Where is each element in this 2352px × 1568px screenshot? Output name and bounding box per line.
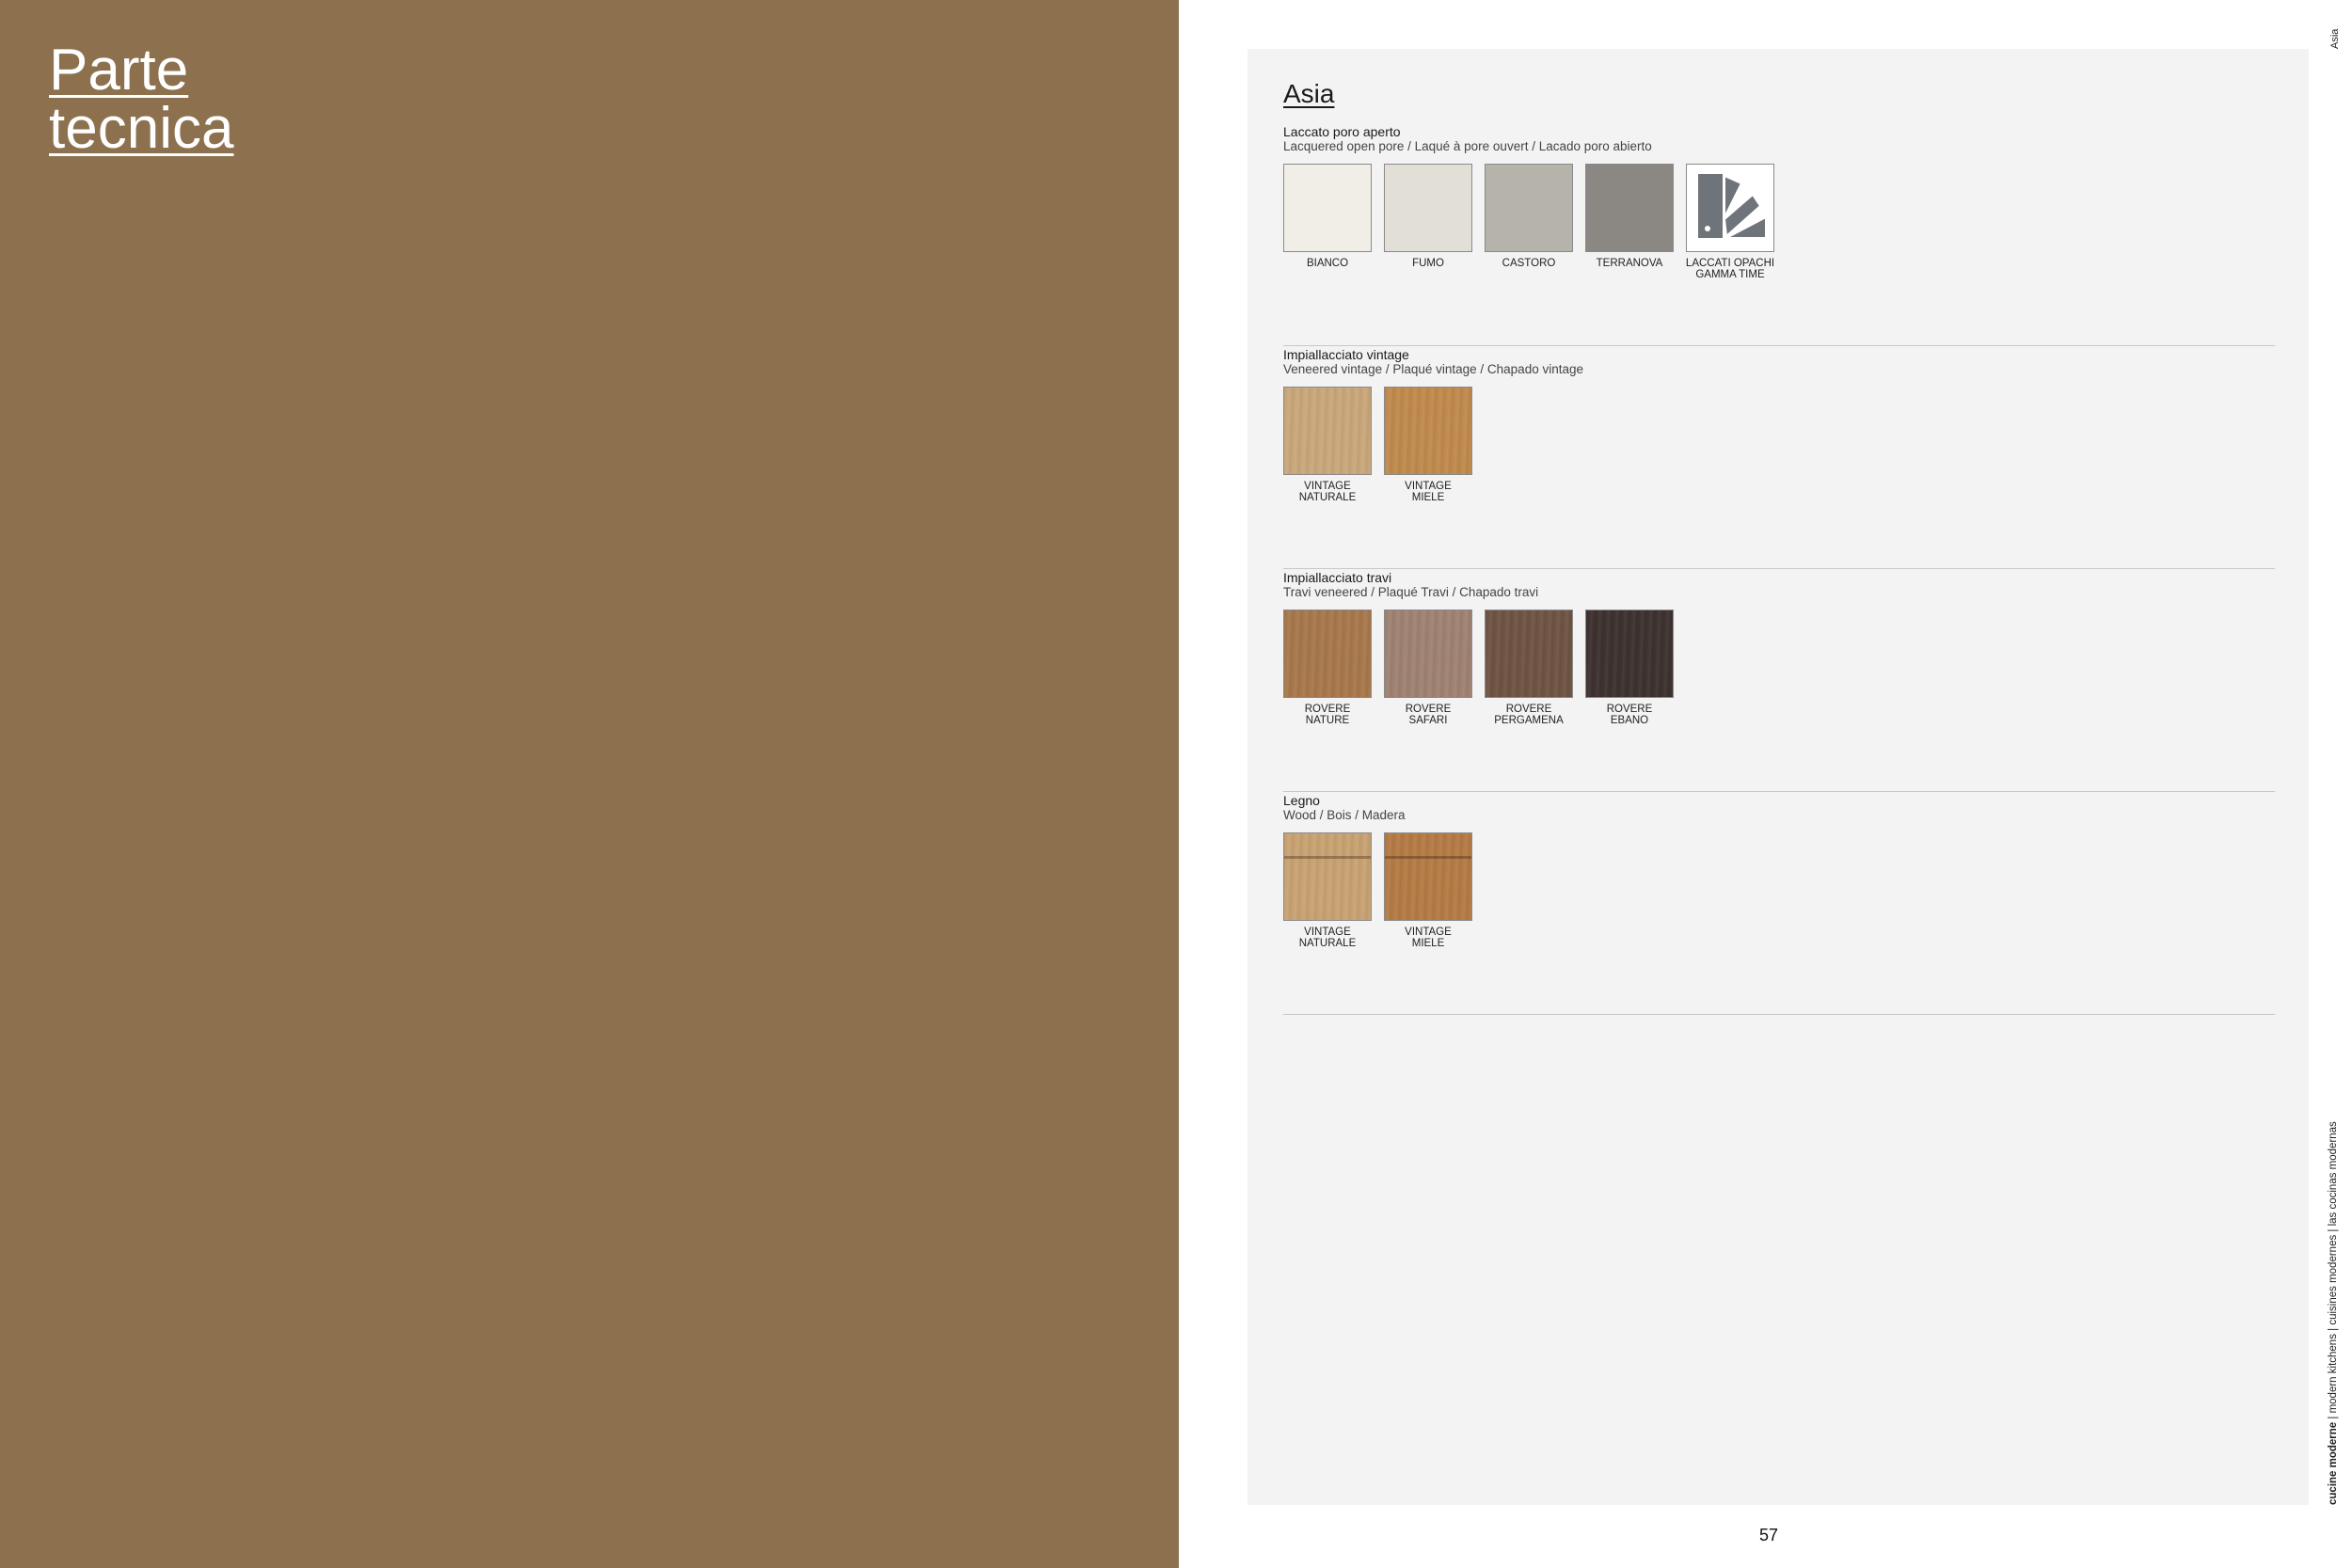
door-frame-groove <box>1284 856 1371 859</box>
section-subheading: Wood / Bois / Madera <box>1283 808 1406 822</box>
side-footer: cucine moderne | modern kitchens | cuisi… <box>2328 1121 2339 1505</box>
swatch-label: ROVERE EBANO <box>1607 704 1653 726</box>
section-title: Parte tecnica <box>49 41 233 158</box>
swatch-label: FUMO <box>1412 258 1444 269</box>
section-heading: Impiallacciato travi <box>1283 570 1392 585</box>
finish-swatch <box>1283 832 1372 921</box>
swatch-item: ROVERE EBANO <box>1585 610 1674 726</box>
finish-section: Laccato poro aperto Lacquered open pore /… <box>1283 124 2275 346</box>
swatch-label: ROVERE PERGAMENA <box>1494 704 1564 726</box>
swatch-item: ROVERE NATURE <box>1283 610 1372 726</box>
swatch-label-line2: NATURALE <box>1298 492 1357 503</box>
section-subheading: Veneered vintage / Plaqué vintage / Chap… <box>1283 362 1583 376</box>
side-footer-rest: | modern kitchens | cuisines modernes | … <box>2328 1121 2339 1422</box>
side-footer-bold: cucine moderne <box>2328 1421 2339 1505</box>
swatch-label-line2: NATURALE <box>1298 938 1357 949</box>
finish-section: Legno Wood / Bois / Madera VINTAGE NATURALE… <box>1283 793 2275 1015</box>
swatch-item: VINTAGE NATURALE <box>1283 387 1372 503</box>
swatch-label-line2: EBANO <box>1610 715 1649 726</box>
section-divider <box>1283 568 2275 569</box>
section-subheading: Travi veneered / Plaqué Travi / Chapado … <box>1283 585 1539 599</box>
side-running-head: Asia <box>2329 28 2341 49</box>
finish-swatch <box>1384 164 1472 252</box>
swatch-row: VINTAGE NATURALE VINTAGE MIELE <box>1283 832 1485 949</box>
swatch-item: TERRANOVA <box>1585 164 1674 280</box>
model-title: Asia <box>1283 79 1335 108</box>
swatch-label-line1: TERRANOVA <box>1596 258 1663 269</box>
swatch-label: VINTAGE MIELE <box>1405 481 1452 503</box>
swatch-label-line2: NATURE <box>1305 715 1350 726</box>
left-brown-panel: Parte tecnica <box>0 0 1179 1568</box>
swatch-row: BIANCO FUMO CASTORO TERRANOVA LACCATI OPACHI… <box>1283 164 1787 280</box>
swatch-label-line1: ROVERE <box>1304 704 1351 715</box>
swatch-label: BIANCO <box>1307 258 1348 269</box>
title-line-2: tecnica <box>49 96 234 161</box>
swatch-item: VINTAGE MIELE <box>1384 832 1472 949</box>
color-fan-icon <box>1687 165 1773 251</box>
swatch-label-line1: ROVERE <box>1405 704 1452 715</box>
swatch-item: VINTAGE NATURALE <box>1283 832 1372 949</box>
swatch-label: TERRANOVA <box>1597 258 1663 269</box>
swatch-label-line1: BIANCO <box>1306 258 1349 269</box>
finish-swatch <box>1283 164 1372 252</box>
swatch-label: ROVERE SAFARI <box>1406 704 1452 726</box>
swatch-label-line1: VINTAGE <box>1304 481 1351 492</box>
swatch-label-line1: FUMO <box>1412 258 1444 269</box>
swatch-item: LACCATI OPACHI GAMMA TIME <box>1686 164 1774 280</box>
swatch-label-line2: MIELE <box>1411 492 1445 503</box>
section-subheading: Lacquered open pore / Laqué à pore ouver… <box>1283 139 1652 153</box>
finish-section: Impiallacciato vintage Veneered vintage /… <box>1283 347 2275 569</box>
swatch-label: ROVERE NATURE <box>1305 704 1351 726</box>
door-frame-groove <box>1385 856 1471 859</box>
swatch-label-line1: ROVERE <box>1606 704 1653 715</box>
finish-swatch <box>1283 610 1372 698</box>
swatch-item: ROVERE SAFARI <box>1384 610 1472 726</box>
swatch-item: BIANCO <box>1283 164 1372 280</box>
swatch-item: ROVERE PERGAMENA <box>1485 610 1573 726</box>
swatch-label-line2: GAMMA TIME <box>1695 269 1765 280</box>
page-number: 57 <box>1758 1526 1779 1544</box>
swatch-row: VINTAGE NATURALE VINTAGE MIELE <box>1283 387 1485 503</box>
finish-swatch <box>1686 164 1774 252</box>
finish-swatch <box>1384 610 1472 698</box>
finish-section: Impiallacciato travi Travi veneered / Pla… <box>1283 570 2275 792</box>
finish-swatch <box>1585 610 1674 698</box>
swatch-label: VINTAGE MIELE <box>1405 927 1452 949</box>
swatch-label-line1: VINTAGE <box>1304 927 1351 938</box>
swatch-label: VINTAGE NATURALE <box>1299 481 1357 503</box>
swatch-label-line1: VINTAGE <box>1405 481 1452 492</box>
finish-swatch <box>1485 610 1573 698</box>
finish-swatch <box>1283 387 1372 475</box>
section-divider <box>1283 345 2275 346</box>
finish-swatch <box>1485 164 1573 252</box>
section-heading: Legno <box>1283 793 1320 808</box>
swatch-label: LACCATI OPACHI GAMMA TIME <box>1686 258 1774 280</box>
swatch-item: VINTAGE MIELE <box>1384 387 1472 503</box>
swatch-label-line1: LACCATI OPACHI <box>1685 258 1775 269</box>
finish-swatch <box>1384 832 1472 921</box>
swatch-item: FUMO <box>1384 164 1472 280</box>
section-heading: Laccato poro aperto <box>1283 124 1401 139</box>
swatch-label: VINTAGE NATURALE <box>1299 927 1357 949</box>
swatch-row: ROVERE NATURE ROVERE SAFARI ROVERE PERGAMENA R… <box>1283 610 1686 726</box>
section-heading: Impiallacciato vintage <box>1283 347 1409 362</box>
section-divider <box>1283 1014 2275 1015</box>
swatch-label-line2: PERGAMENA <box>1494 715 1564 726</box>
finish-swatch <box>1384 387 1472 475</box>
swatch-label-line1: ROVERE <box>1505 704 1552 715</box>
swatch-label-line2: SAFARI <box>1408 715 1448 726</box>
finishes-card: Asia Laccato poro aperto Lacquered open p… <box>1248 49 2309 1505</box>
swatch-label-line2: MIELE <box>1411 938 1445 949</box>
finish-swatch <box>1585 164 1674 252</box>
title-line-1: Parte <box>49 38 189 103</box>
swatch-label-line1: VINTAGE <box>1405 927 1452 938</box>
swatch-label-line1: CASTORO <box>1502 258 1556 269</box>
swatch-item: CASTORO <box>1485 164 1573 280</box>
section-divider <box>1283 791 2275 792</box>
catalog-page: Parte tecnica Asia Laccato poro aperto La… <box>0 0 2352 1568</box>
swatch-label: CASTORO <box>1502 258 1556 269</box>
